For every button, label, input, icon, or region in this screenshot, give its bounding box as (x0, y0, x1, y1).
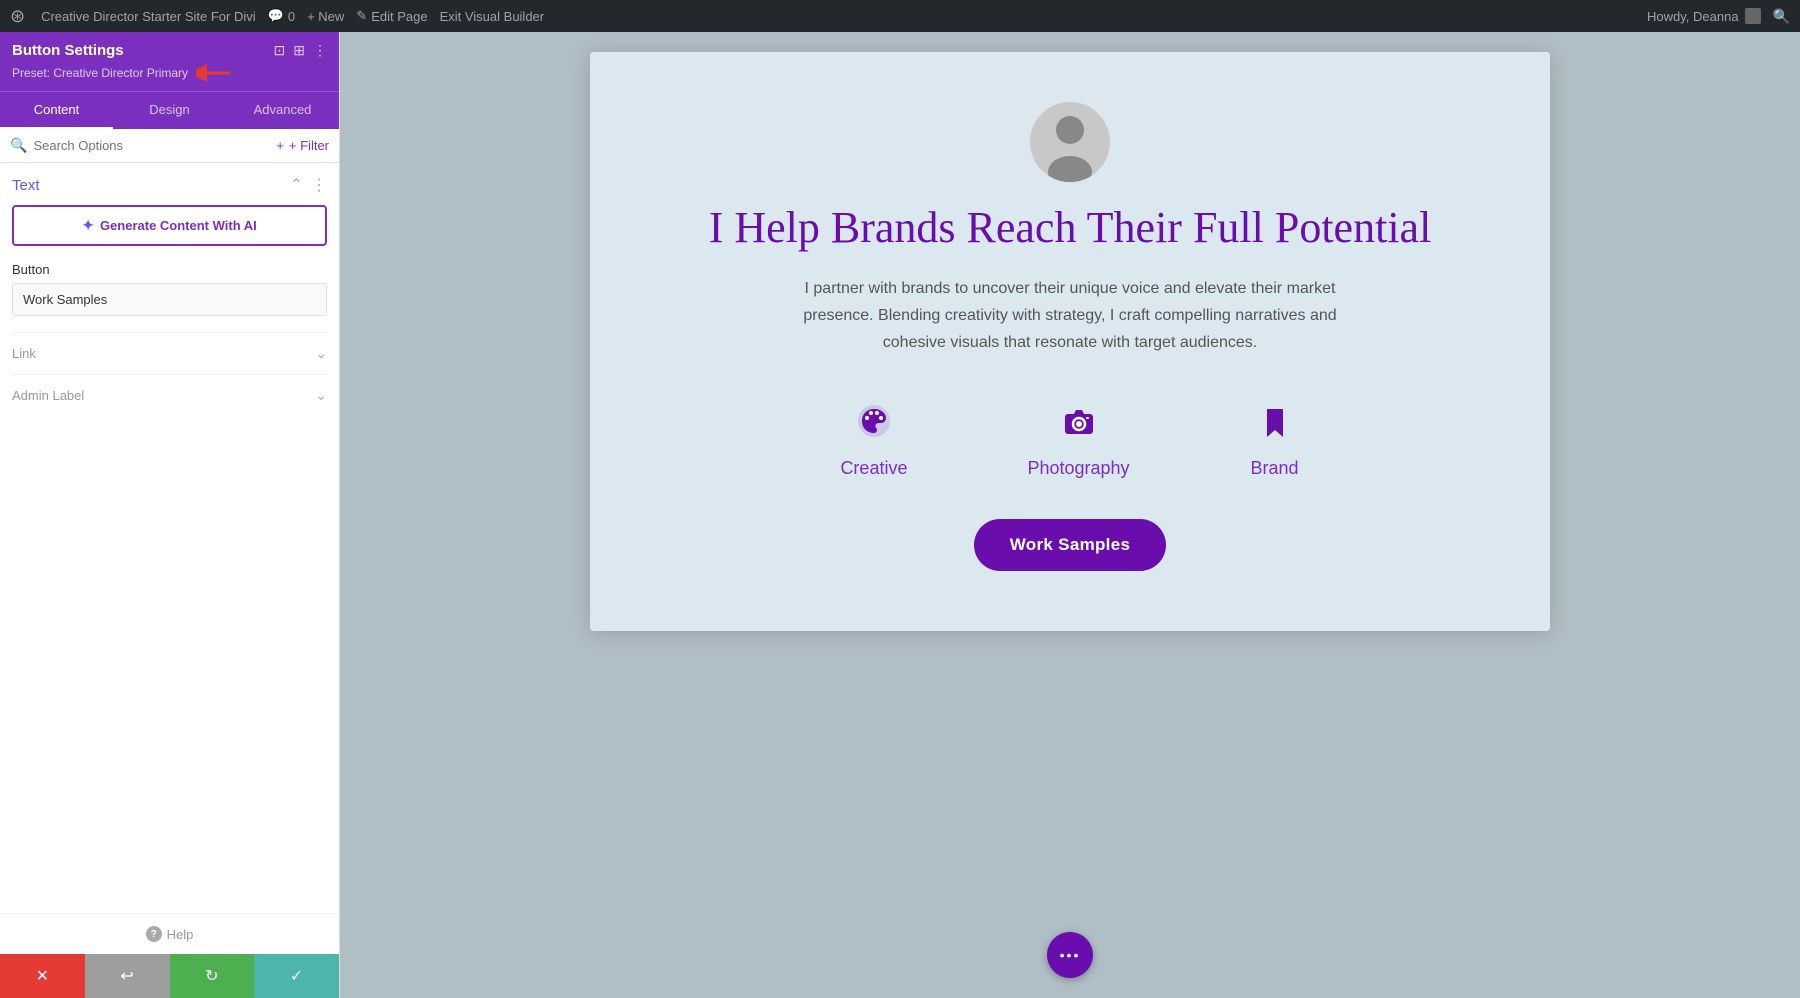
search-bar: 🔍 + + Filter (0, 129, 339, 163)
user-avatar (1745, 8, 1761, 24)
ai-sparkle-icon: ✦ (82, 217, 94, 234)
canvas-area: I Help Brands Reach Their Full Potential… (340, 32, 1800, 998)
edit-page-link[interactable]: ✎ Edit Page (356, 8, 427, 24)
howdy-section: Howdy, Deanna (1647, 8, 1761, 24)
admin-label-title: Admin Label (12, 388, 84, 403)
panel-content: Text ⌃ ⋮ ✦ Generate Content With AI Butt… (0, 163, 339, 913)
help-label: Help (167, 927, 194, 942)
fab-icon: ••• (1060, 947, 1081, 963)
ai-generate-button[interactable]: ✦ Generate Content With AI (12, 205, 327, 246)
photography-icon (1054, 396, 1104, 446)
link-chevron-icon: ⌄ (315, 345, 327, 362)
preview-card: I Help Brands Reach Their Full Potential… (590, 52, 1550, 631)
text-section-title: Text (12, 177, 40, 194)
howdy-text: Howdy, Deanna (1647, 9, 1739, 24)
panel-tabs: Content Design Advanced (0, 91, 339, 129)
link-section-title: Link (12, 346, 36, 361)
help-section: ? Help (0, 913, 339, 954)
red-arrow-icon (196, 63, 232, 83)
undo-icon: ↩ (120, 966, 133, 986)
close-icon: ✕ (36, 966, 49, 986)
tab-content[interactable]: Content (0, 92, 113, 129)
hero-title: I Help Brands Reach Their Full Potential (709, 202, 1432, 255)
more-options-icon[interactable]: ⋮ (313, 42, 327, 59)
tab-design[interactable]: Design (113, 92, 226, 129)
hero-section: I Help Brands Reach Their Full Potential… (590, 52, 1550, 631)
panel-header-icons: ⊡ ⊞ ⋮ (274, 42, 327, 59)
comment-count[interactable]: 💬 0 (268, 8, 295, 24)
admin-label-section: Admin Label ⌄ (12, 374, 327, 416)
main-layout: Button Settings ⊡ ⊞ ⋮ Preset: Creative D… (0, 32, 1800, 998)
filter-plus-icon: + (276, 138, 284, 153)
columns-icon[interactable]: ⊞ (293, 42, 305, 59)
preset-label[interactable]: Preset: Creative Director Primary (12, 63, 327, 83)
site-name[interactable]: Creative Director Starter Site For Divi (41, 9, 256, 24)
search-options-input[interactable] (33, 138, 270, 153)
filter-button[interactable]: + + Filter (276, 138, 329, 153)
creative-label: Creative (840, 458, 907, 479)
icon-item-creative: Creative (840, 396, 907, 479)
wp-logo-icon[interactable]: ⊛ (10, 6, 25, 27)
close-button[interactable]: ✕ (0, 954, 85, 998)
creative-icon (849, 396, 899, 446)
brand-icon (1250, 396, 1300, 446)
ai-generate-label: Generate Content With AI (100, 218, 257, 233)
bottom-action-bar: ✕ ↩ ↻ ✓ (0, 954, 339, 998)
button-field-label: Button (12, 262, 327, 277)
wp-admin-bar: ⊛ Creative Director Starter Site For Div… (0, 0, 1800, 32)
search-icon-panel: 🔍 (10, 137, 27, 154)
admin-chevron-icon: ⌄ (315, 387, 327, 404)
panel-title: Button Settings (12, 42, 124, 59)
link-section-header[interactable]: Link ⌄ (12, 345, 327, 362)
hero-subtitle: I partner with brands to uncover their u… (770, 275, 1370, 357)
admin-label-section-header[interactable]: Admin Label ⌄ (12, 387, 327, 404)
icon-row: Creative Phot (840, 396, 1299, 479)
avatar-image (1030, 102, 1110, 182)
button-text-input[interactable] (12, 283, 327, 316)
redo-button[interactable]: ↻ (170, 954, 255, 998)
section-more-button[interactable]: ⋮ (311, 175, 327, 195)
comment-icon: 💬 (268, 8, 284, 24)
preset-text: Preset: Creative Director Primary (12, 66, 188, 80)
collapse-button[interactable]: ⌃ (290, 175, 303, 195)
left-panel: Button Settings ⊡ ⊞ ⋮ Preset: Creative D… (0, 32, 340, 998)
help-icon: ? (146, 926, 162, 942)
pencil-icon: ✎ (356, 8, 367, 24)
new-button[interactable]: + New (307, 9, 344, 24)
help-link[interactable]: ? Help (12, 926, 327, 942)
cta-button[interactable]: Work Samples (974, 519, 1166, 571)
copy-icon[interactable]: ⊡ (274, 42, 286, 59)
search-icon[interactable]: 🔍 (1773, 8, 1790, 25)
exit-builder-link[interactable]: Exit Visual Builder (440, 9, 545, 24)
link-section: Link ⌄ (12, 332, 327, 374)
redo-icon: ↻ (205, 966, 218, 986)
photography-label: Photography (1027, 458, 1129, 479)
undo-button[interactable]: ↩ (85, 954, 170, 998)
save-icon: ✓ (290, 966, 303, 986)
brand-label: Brand (1251, 458, 1299, 479)
floating-action-button[interactable]: ••• (1047, 932, 1093, 978)
section-controls: ⌃ ⋮ (290, 175, 327, 195)
icon-item-photography: Photography (1027, 396, 1129, 479)
panel-header: Button Settings ⊡ ⊞ ⋮ Preset: Creative D… (0, 32, 339, 91)
avatar (1030, 102, 1110, 182)
save-button[interactable]: ✓ (254, 954, 339, 998)
text-section-header: Text ⌃ ⋮ (12, 175, 327, 195)
tab-advanced[interactable]: Advanced (226, 92, 339, 129)
icon-item-brand: Brand (1250, 396, 1300, 479)
